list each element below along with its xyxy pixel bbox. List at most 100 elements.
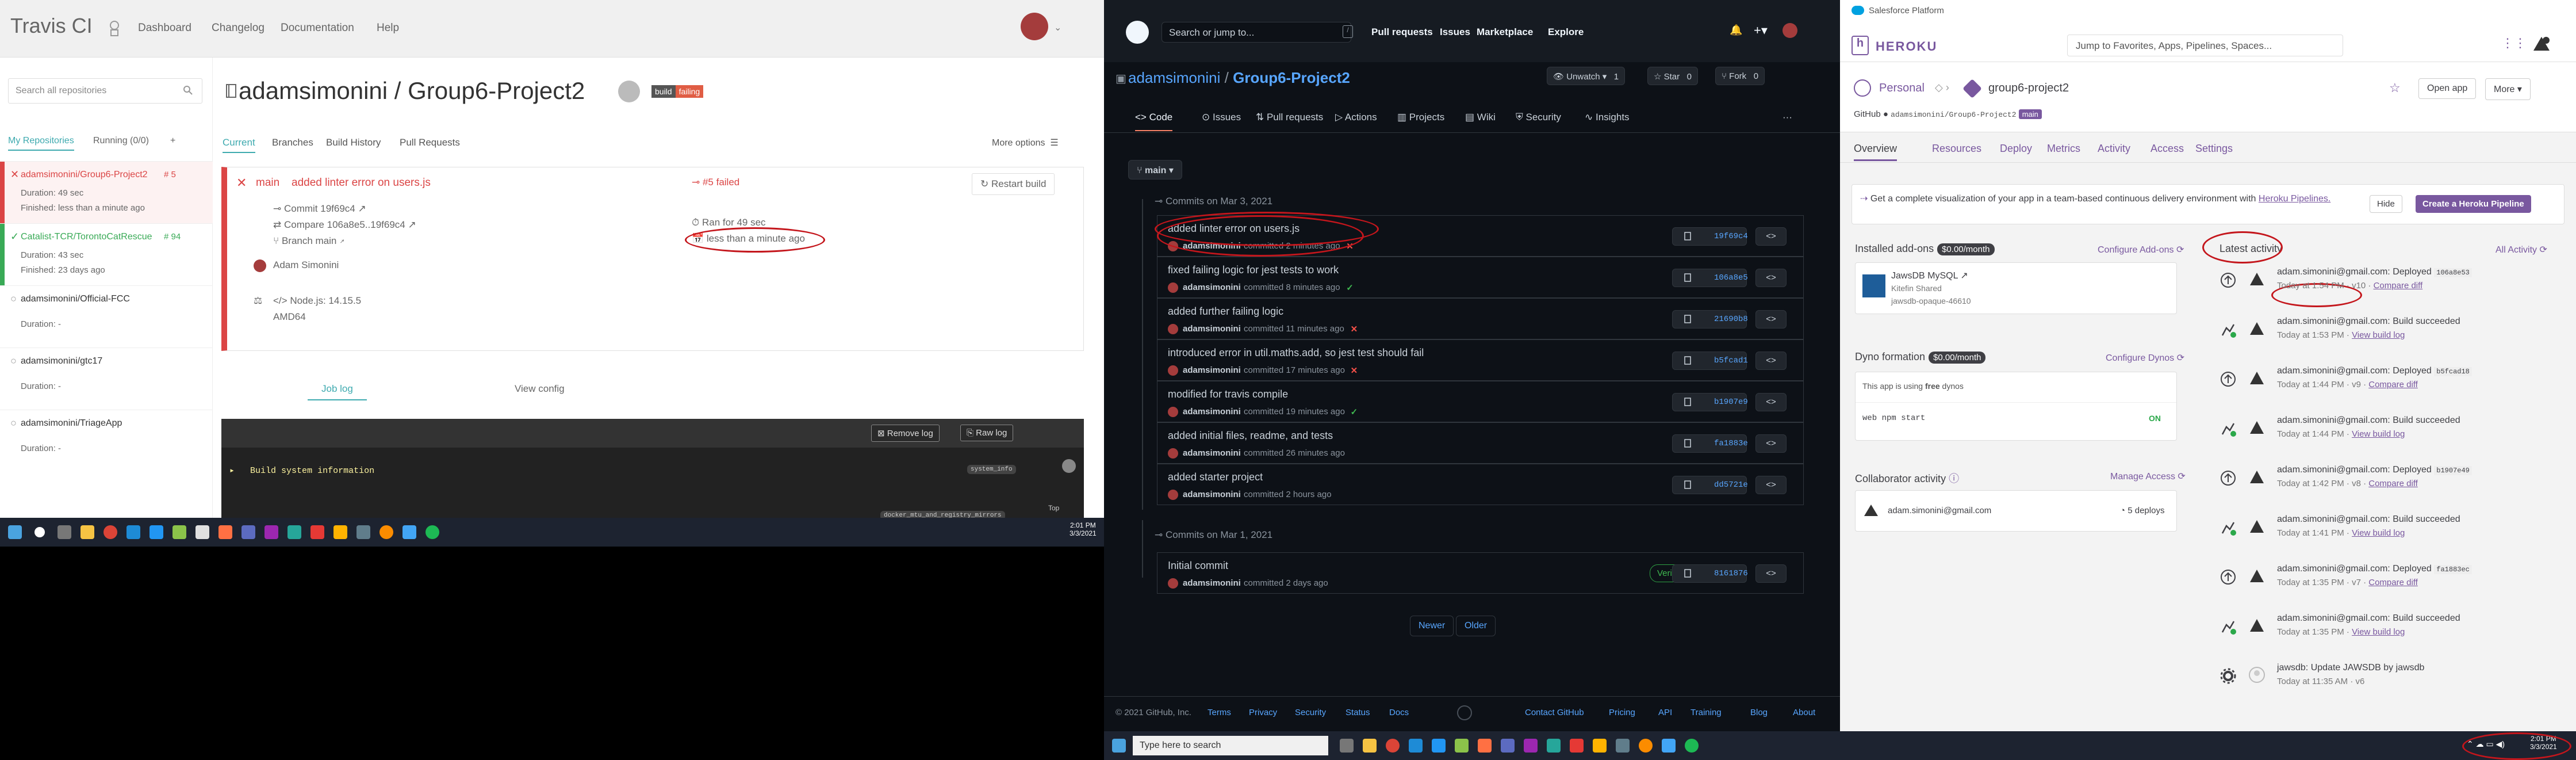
app-icon[interactable] — [1639, 739, 1653, 753]
add-repo-button[interactable]: + — [170, 136, 175, 146]
nav-explore[interactable]: Explore — [1548, 26, 1584, 38]
taskview-icon[interactable] — [1340, 739, 1354, 753]
app-icon[interactable] — [1524, 739, 1538, 753]
tray-icons[interactable]: ⌃ ☁ ▭ ◀) — [2467, 739, 2505, 749]
app-icon[interactable] — [218, 525, 232, 539]
activity-link[interactable]: View build log — [2352, 429, 2405, 439]
activity-link[interactable]: Compare diff — [2374, 281, 2423, 291]
failed-icon[interactable]: ✕ — [1351, 324, 1358, 334]
list-item[interactable]: ○ adamsimonini/TriageApp Duration: - — [0, 410, 213, 472]
apps-grid-icon[interactable]: ⋮⋮ — [2501, 36, 2527, 51]
repo-name[interactable]: adamsimonini/Group6-Project2 — [21, 170, 159, 180]
repo-name[interactable]: Catalist-TCR/TorontoCatRescue — [21, 232, 159, 242]
tab-running[interactable]: Running (0/0) — [93, 136, 149, 146]
list-item[interactable]: ✓ Catalist-TCR/TorontoCatRescue # 94 Dur… — [0, 223, 213, 286]
search-input[interactable]: Search or jump to... — [1162, 22, 1351, 43]
commit-message[interactable]: Initial commit — [1168, 560, 1228, 572]
chevron-down-icon[interactable]: ⌄ — [1054, 22, 1061, 33]
passed-icon[interactable]: ✓ — [1346, 282, 1354, 293]
app-icon[interactable] — [1547, 739, 1561, 753]
commit-message[interactable]: introduced error in util.maths.add, so j… — [1168, 347, 1424, 359]
nav-documentation[interactable]: Documentation — [281, 22, 354, 35]
list-item[interactable]: added initial files, readme, and tests ad… — [1157, 422, 1804, 464]
list-item[interactable]: ○ adamsimonini/gtc17 Duration: - — [0, 347, 213, 410]
footer-link[interactable]: Docs — [1389, 708, 1409, 717]
explorer-icon[interactable] — [80, 525, 94, 539]
newer-button[interactable]: Newer — [1410, 616, 1454, 636]
vscode-icon[interactable] — [150, 525, 163, 539]
activity-link[interactable]: View build log — [2352, 528, 2405, 538]
app-icon[interactable] — [334, 525, 347, 539]
commit-message[interactable]: modified for travis compile — [1168, 388, 1288, 400]
log-line[interactable]: ▸ Build system information — [229, 465, 374, 476]
app-icon[interactable] — [1662, 739, 1676, 753]
tab-code[interactable]: <> Code — [1135, 112, 1173, 131]
older-button[interactable]: Older — [1456, 616, 1496, 636]
footer-link[interactable]: API — [1658, 708, 1672, 717]
tab-my-repositories[interactable]: My Repositories — [8, 136, 74, 151]
nav-issues[interactable]: Issues — [1440, 26, 1470, 38]
all-activity-link[interactable]: All Activity ⟳ — [2496, 244, 2547, 255]
spotify-icon[interactable] — [425, 525, 439, 539]
copy-icon[interactable] — [1684, 397, 1692, 406]
app-icon[interactable] — [172, 525, 186, 539]
avatar[interactable] — [1782, 23, 1797, 38]
browse-code-button[interactable]: <> — [1755, 564, 1787, 583]
nav-changelog[interactable]: Changelog — [212, 22, 264, 35]
edge-icon[interactable] — [1409, 739, 1423, 753]
list-item[interactable]: introduced error in util.maths.add, so j… — [1157, 339, 1804, 381]
tab-security[interactable]: ⛨ Security — [1516, 112, 1561, 123]
footer-link[interactable]: About — [1793, 708, 1815, 717]
hide-button[interactable]: Hide — [2370, 195, 2402, 213]
configure-dynos-link[interactable]: Configure Dynos ⟳ — [2106, 352, 2184, 364]
tab-resources[interactable]: Resources — [1932, 143, 1981, 155]
app-icon[interactable] — [402, 525, 416, 539]
list-item[interactable]: added linter error on users.js adamsimoni… — [1157, 215, 1804, 257]
browse-code-button[interactable]: <> — [1755, 476, 1787, 494]
taskbar-search-input[interactable]: Type here to search — [1133, 736, 1328, 755]
repo-name-link[interactable]: Group6-Project2 — [1233, 69, 1350, 86]
taskview-icon[interactable] — [57, 525, 71, 539]
activity-link[interactable]: Compare diff — [2368, 479, 2418, 488]
app-icon[interactable] — [379, 525, 393, 539]
tab-projects[interactable]: ▥ Projects — [1397, 112, 1444, 123]
scroll-icon[interactable] — [1062, 459, 1076, 473]
spotify-icon[interactable] — [1685, 739, 1699, 753]
bell-icon[interactable]: 🔔 — [1730, 24, 1742, 36]
failed-icon[interactable]: ✕ — [1351, 365, 1358, 376]
windows-icon[interactable] — [8, 525, 22, 539]
copy-icon[interactable] — [1684, 314, 1692, 323]
open-app-button[interactable]: Open app — [2418, 78, 2477, 99]
build-number[interactable]: ⊸ #5 failed — [692, 177, 739, 188]
tab-current[interactable]: Current — [223, 137, 255, 153]
commit-message[interactable]: added starter project — [1168, 471, 1263, 483]
browse-code-button[interactable]: <> — [1755, 393, 1787, 411]
nav-help[interactable]: Help — [377, 22, 399, 35]
scroll-top-button[interactable]: Top — [1048, 504, 1059, 512]
tab-build-history[interactable]: Build History — [326, 137, 381, 148]
avatar[interactable] — [2530, 33, 2553, 56]
nav-pull-requests[interactable]: Pull requests — [1371, 26, 1433, 38]
tab-job-log[interactable]: Job log — [308, 383, 367, 400]
list-item[interactable]: ○ adamsimonini/Official-FCC Duration: - — [0, 285, 213, 347]
commit-author[interactable]: adamsimonini — [1183, 241, 1241, 251]
footer-link[interactable]: Blog — [1750, 708, 1768, 717]
avatar[interactable] — [1021, 13, 1048, 40]
search-icon[interactable] — [183, 85, 193, 96]
copy-icon[interactable] — [1684, 438, 1692, 448]
raw-log-button[interactable]: ⎘ Raw log — [960, 425, 1014, 441]
commit-link[interactable]: ⊸ Commit 19f69c4 ↗ — [273, 203, 366, 215]
passed-icon[interactable]: ✓ — [1351, 407, 1358, 417]
commit-author[interactable]: adamsimonini — [1183, 365, 1241, 375]
restart-build-button[interactable]: ↻ Restart build — [972, 173, 1055, 195]
tab-view-config[interactable]: View config — [515, 383, 565, 395]
failed-icon[interactable]: ✕ — [1346, 241, 1354, 251]
commit-author[interactable]: adamsimonini — [1183, 578, 1241, 588]
activity-link[interactable]: View build log — [2352, 330, 2405, 340]
list-item[interactable]: added starter project adamsimonini committ… — [1157, 464, 1804, 505]
browse-code-button[interactable]: <> — [1755, 227, 1787, 246]
tab-activity[interactable]: Activity — [2098, 143, 2130, 155]
copy-icon[interactable] — [1684, 356, 1692, 365]
commit-author[interactable]: adamsimonini — [1183, 490, 1241, 499]
copy-icon[interactable] — [1684, 568, 1692, 578]
